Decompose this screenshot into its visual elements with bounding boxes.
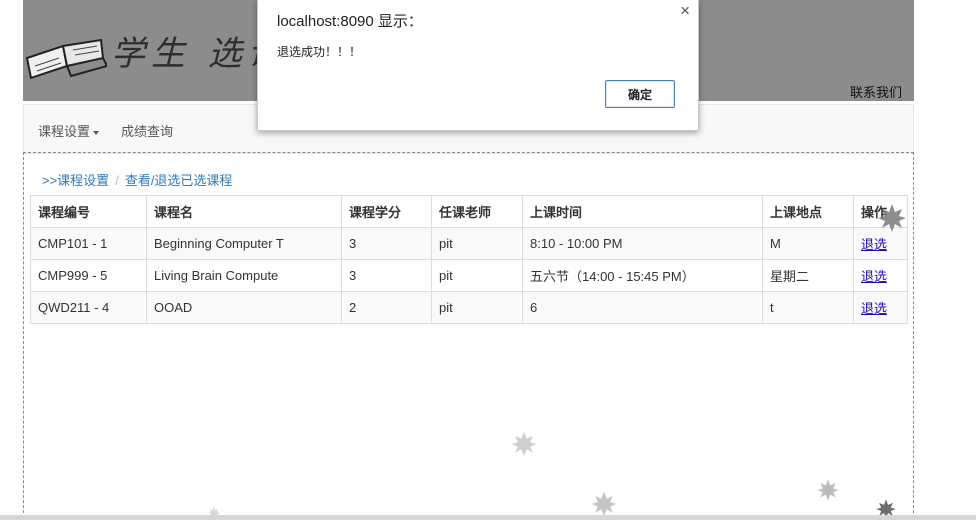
cell-credit: 3 [341, 259, 432, 292]
cell-place: t [762, 291, 854, 324]
dialog-message: 退选成功！！！ [277, 45, 362, 59]
cell-course-name: Living Brain Compute [146, 259, 342, 292]
cell-credit: 3 [341, 227, 432, 260]
table-header-row: 课程编号 课程名 课程学分 任课老师 上课时间 上课地点 操作 [30, 195, 908, 228]
selected-courses-table: 课程编号 课程名 课程学分 任课老师 上课时间 上课地点 操作 CMP101 -… [30, 195, 908, 324]
dialog-title: localhost:8090 显示： [277, 13, 423, 30]
nav-course-settings-dropdown[interactable]: 课程设置 [38, 121, 100, 140]
cell-teacher: pit [431, 291, 523, 324]
cell-action: 退选 [853, 291, 908, 324]
breadcrumb-course-settings[interactable]: >>课程设置 [42, 173, 109, 188]
alert-dialog: localhost:8090 显示： × 退选成功！！！ 确定 [257, 0, 699, 131]
maple-leaf-icon [591, 491, 617, 517]
table-row: CMP999 - 5 Living Brain Compute 3 pit 五六… [30, 259, 908, 292]
ok-button[interactable]: 确定 [605, 80, 675, 108]
cell-course-id: CMP101 - 1 [30, 227, 147, 260]
nav-item-label: 成绩查询 [121, 124, 174, 139]
column-header-teacher: 任课老师 [431, 195, 523, 228]
table-row: QWD211 - 4 OOAD 2 pit 6 t 退选 [30, 291, 908, 324]
cell-time: 五六节（14:00 - 15:45 PM） [522, 259, 763, 292]
caret-down-icon [93, 130, 100, 135]
column-header-place: 上课地点 [762, 195, 854, 228]
drop-course-link[interactable]: 退选 [861, 269, 887, 284]
column-header-time: 上课时间 [522, 195, 763, 228]
cell-action: 退选 [853, 259, 908, 292]
nav-item-label: 课程设置 [38, 124, 91, 139]
maple-leaf-icon [511, 431, 537, 457]
contact-us-link[interactable]: 联系我们 [850, 82, 902, 101]
cell-course-id: QWD211 - 4 [30, 291, 147, 324]
cell-credit: 2 [341, 291, 432, 324]
column-header-course-name: 课程名 [146, 195, 342, 228]
book-logo-icon [25, 38, 107, 80]
column-header-course-id: 课程编号 [30, 195, 147, 228]
cell-time: 6 [522, 291, 763, 324]
table-row: CMP101 - 1 Beginning Computer T 3 pit 8:… [30, 227, 908, 260]
cell-place: 星期二 [762, 259, 854, 292]
cell-course-id: CMP999 - 5 [30, 259, 147, 292]
breadcrumb: >>课程设置 / 查看/退选已选课程 [42, 170, 232, 189]
cell-teacher: pit [431, 227, 523, 260]
drop-course-link[interactable]: 退选 [861, 237, 887, 252]
close-icon[interactable]: × [680, 1, 690, 21]
drop-course-link[interactable]: 退选 [861, 301, 887, 316]
horizontal-scrollbar[interactable] [0, 515, 976, 520]
cell-place: M [762, 227, 854, 260]
maple-leaf-icon [817, 479, 839, 501]
breadcrumb-view-drop-courses[interactable]: 查看/退选已选课程 [125, 173, 233, 188]
maple-leaf-icon [878, 204, 906, 232]
column-header-credit: 课程学分 [341, 195, 432, 228]
content-panel: >>课程设置 / 查看/退选已选课程 课程编号 课程名 课程学分 任课老师 上课时间… [23, 152, 914, 520]
cell-time: 8:10 - 10:00 PM [522, 227, 763, 260]
cell-course-name: Beginning Computer T [146, 227, 342, 260]
nav-grade-query[interactable]: 成绩查询 [121, 121, 173, 140]
breadcrumb-separator: / [115, 173, 119, 188]
cell-course-name: OOAD [146, 291, 342, 324]
cell-teacher: pit [431, 259, 523, 292]
